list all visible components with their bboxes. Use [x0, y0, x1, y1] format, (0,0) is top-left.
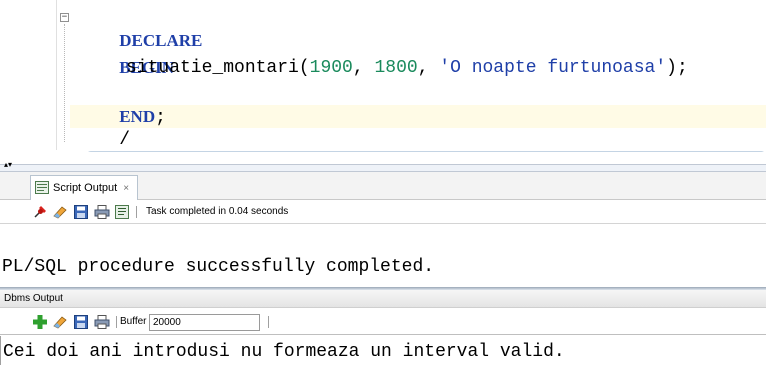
buffer-size-input[interactable] — [149, 314, 260, 331]
gutter-divider — [56, 0, 57, 150]
arg-title-string: 'O noapte furtunoasa' — [439, 58, 667, 78]
document-icon[interactable] — [114, 205, 130, 219]
toolbar-separator — [116, 316, 117, 328]
output-tab-bar: Script Output × — [0, 172, 766, 200]
task-status: Task completed in 0.04 seconds — [146, 206, 289, 217]
sql-editor[interactable]: − DECLARE BEGIN situatie_montari(1900, 1… — [0, 0, 766, 152]
clear-eraser-icon[interactable] — [52, 315, 68, 329]
code-line-slash: / — [76, 106, 130, 152]
dbms-output-text: Cei doi ani introdusi nu formeaza un int… — [3, 342, 565, 362]
print-icon[interactable] — [94, 315, 110, 329]
end-terminator: ; — [155, 108, 166, 128]
toolbar-separator — [136, 206, 137, 218]
call-terminator: ); — [666, 58, 688, 78]
scrollbar-thumb[interactable] — [86, 151, 766, 152]
arg-year-1: 1900 — [309, 58, 353, 78]
comma: , — [352, 58, 375, 78]
editor-horizontal-scrollbar[interactable]: ◂ — [70, 150, 766, 152]
save-disk-icon[interactable] — [73, 315, 89, 329]
code-line-call: situatie_montari(1900, 1800, 'O noapte f… — [126, 57, 688, 80]
tab-script-output[interactable]: Script Output × — [30, 175, 139, 200]
enable-plus-icon[interactable] — [32, 315, 48, 329]
dbms-output-toolbar: Buffer Size: — [0, 309, 766, 335]
scroll-left-icon[interactable]: ◂ — [70, 150, 86, 152]
splitter-arrows-icon[interactable]: ▴▾ — [4, 161, 12, 169]
script-output-icon — [35, 181, 49, 194]
print-icon[interactable] — [94, 205, 110, 219]
clear-eraser-icon[interactable] — [52, 205, 68, 219]
run-slash: / — [119, 130, 131, 150]
close-icon[interactable]: × — [123, 183, 129, 194]
script-output-toolbar: Task completed in 0.04 seconds — [0, 200, 766, 224]
save-disk-icon[interactable] — [73, 205, 89, 219]
fold-guide — [64, 24, 65, 142]
dbms-output-pane[interactable]: Cei doi ani introdusi nu formeaza un int… — [0, 336, 766, 365]
toolbar-separator — [268, 316, 269, 328]
dbms-output-title: Dbms Output — [0, 290, 766, 308]
collapse-fold-icon[interactable]: − — [60, 13, 69, 22]
pane-splitter[interactable] — [0, 164, 766, 172]
script-output-text: PL/SQL procedure successfully completed. — [2, 257, 435, 277]
current-line-highlight — [70, 105, 766, 128]
arg-year-2: 1800 — [374, 58, 418, 78]
tab-label: Script Output — [53, 182, 118, 194]
script-output-pane[interactable]: PL/SQL procedure successfully completed. — [0, 224, 766, 288]
pin-icon[interactable] — [32, 205, 48, 219]
comma: , — [417, 58, 440, 78]
procedure-name: situatie_montari( — [126, 58, 310, 78]
